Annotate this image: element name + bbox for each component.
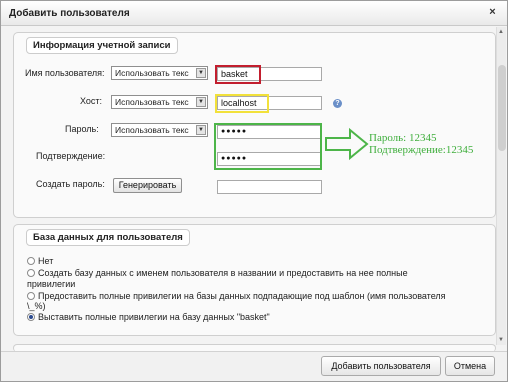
add-user-button[interactable]: Добавить пользователя [321, 356, 441, 376]
close-icon[interactable]: × [486, 6, 499, 19]
host-mode-value: Использовать текс [115, 97, 189, 107]
add-user-dialog: Добавить пользователя × ▲ ▼ Информация у… [0, 0, 508, 382]
radio-checked-icon[interactable] [27, 312, 35, 321]
scrollbar[interactable]: ▲ ▼ [496, 27, 506, 345]
chevron-down-icon[interactable]: ▼ [196, 68, 206, 78]
chevron-down-icon[interactable]: ▼ [196, 97, 206, 107]
database-legend: База данных для пользователя [26, 229, 190, 246]
radio-option-create-db[interactable]: Создать базу данных с именем пользовател… [27, 268, 408, 278]
username-mode-select[interactable]: Использовать текс ▼ [111, 66, 208, 80]
chevron-down-icon[interactable]: ▼ [196, 125, 206, 135]
annotation-line1: Пароль: 12345 [369, 132, 437, 144]
host-label: Хост: [80, 96, 103, 106]
username-mode-value: Использовать текс [115, 68, 189, 78]
username-label: Имя пользователя: [25, 68, 105, 78]
dialog-footer: Добавить пользователя Отмена [1, 351, 507, 381]
host-highlight [215, 94, 269, 113]
confirm-label: Подтверждение: [36, 151, 106, 161]
create-db-continued: привилегии [27, 279, 76, 289]
password-label: Пароль: [65, 124, 99, 134]
arrow-right-icon [325, 127, 369, 161]
username-highlight [215, 65, 261, 84]
radio-option-grant-db[interactable]: Выставить полные привилегии на базу данн… [27, 312, 270, 322]
password-mode-value: Использовать текс [115, 125, 189, 135]
password-annotation: Пароль: 12345 Подтверждение:12345 [369, 132, 473, 156]
scroll-down-icon[interactable]: ▼ [498, 337, 504, 343]
scroll-up-icon[interactable]: ▲ [498, 29, 504, 35]
help-icon[interactable]: ? [333, 99, 342, 108]
password-highlight [214, 123, 322, 170]
generated-password-field[interactable] [217, 180, 322, 194]
generate-label: Создать пароль: [36, 179, 105, 189]
wildcard-continued: \_%) [27, 301, 46, 311]
generate-password-button[interactable]: Генерировать [113, 178, 182, 193]
radio-option-wildcard[interactable]: Предоставить полные привилегии на базы д… [27, 291, 446, 301]
account-info-legend: Информация учетной записи [26, 37, 178, 54]
cancel-button[interactable]: Отмена [445, 356, 495, 376]
title-bar: Добавить пользователя × [1, 1, 507, 26]
radio-option-none[interactable]: Нет [27, 256, 53, 266]
host-mode-select[interactable]: Использовать текс ▼ [111, 95, 208, 109]
radio-icon[interactable] [27, 256, 35, 265]
password-mode-select[interactable]: Использовать текс ▼ [111, 123, 208, 137]
radio-icon[interactable] [27, 291, 35, 300]
dialog-title: Добавить пользователя [9, 8, 130, 19]
radio-icon[interactable] [27, 268, 35, 277]
scrollbar-thumb[interactable] [498, 65, 506, 151]
annotation-line2: Подтверждение:12345 [369, 144, 474, 156]
